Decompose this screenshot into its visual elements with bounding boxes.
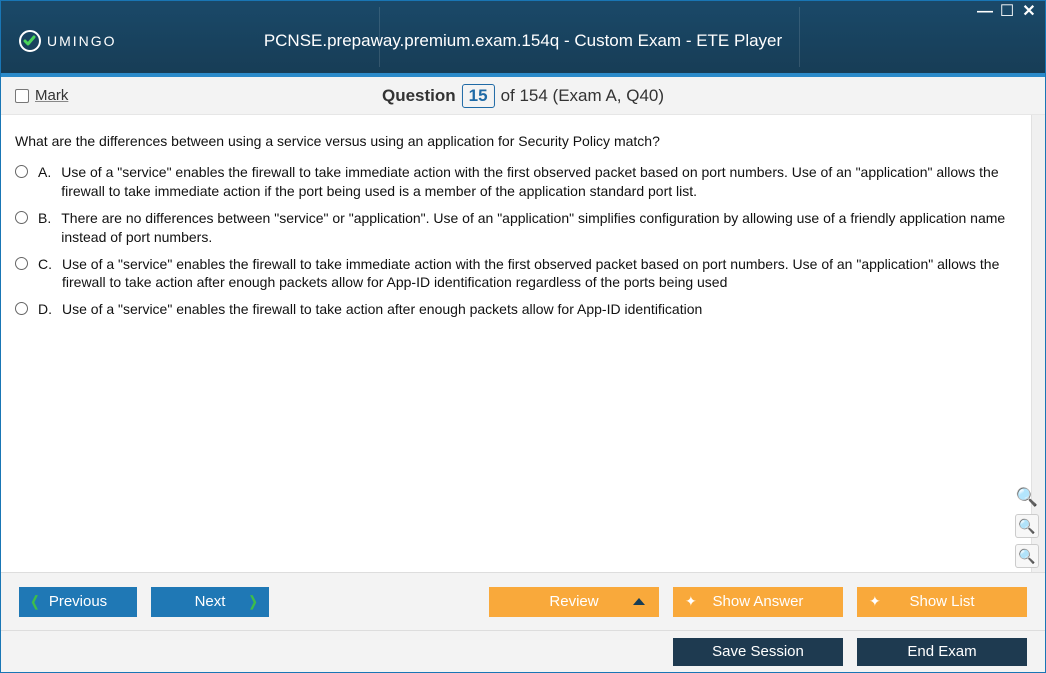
option-letter: A. xyxy=(38,163,51,182)
previous-button[interactable]: ❬ Previous xyxy=(19,587,137,617)
option-letter: C. xyxy=(38,255,52,274)
radio-icon[interactable] xyxy=(15,257,28,270)
option-c[interactable]: C. Use of a "service" enables the firewa… xyxy=(15,255,1031,293)
next-button[interactable]: Next ❭ xyxy=(151,587,269,617)
question-bar: Mark Question 15 of 154 (Exam A, Q40) xyxy=(1,77,1045,115)
button-label: Show Answer xyxy=(713,593,804,610)
chevron-left-icon: ❬ xyxy=(29,593,41,610)
option-text: There are no differences between "servic… xyxy=(61,209,1031,247)
button-label: Save Session xyxy=(712,643,804,660)
checkbox-icon[interactable] xyxy=(15,89,29,103)
option-d[interactable]: D. Use of a "service" enables the firewa… xyxy=(15,300,1031,319)
question-total: of 154 (Exam A, Q40) xyxy=(501,86,664,106)
button-label: End Exam xyxy=(907,643,976,660)
zoom-out-button[interactable]: 🔍 xyxy=(1015,544,1039,568)
puzzle-icon: ✦ xyxy=(869,593,881,610)
window-title: PCNSE.prepaway.premium.exam.154q - Custo… xyxy=(1,31,1045,51)
content-area: What are the differences between using a… xyxy=(1,115,1045,572)
window-controls: — ☐ ✕ xyxy=(977,5,1037,19)
radio-icon[interactable] xyxy=(15,165,28,178)
option-text: Use of a "service" enables the firewall … xyxy=(61,163,1031,201)
search-icon[interactable]: 🔍 xyxy=(1016,487,1038,508)
save-session-button[interactable]: Save Session xyxy=(673,638,843,666)
button-label: Next xyxy=(195,593,226,610)
mark-toggle[interactable]: Mark xyxy=(15,87,68,104)
option-a[interactable]: A. Use of a "service" enables the firewa… xyxy=(15,163,1031,201)
option-text: Use of a "service" enables the firewall … xyxy=(62,255,1031,293)
minimize-icon[interactable]: — xyxy=(977,5,993,19)
close-icon[interactable]: ✕ xyxy=(1021,5,1037,19)
end-exam-button[interactable]: End Exam xyxy=(857,638,1027,666)
show-answer-button[interactable]: ✦ Show Answer xyxy=(673,587,843,617)
question-text: What are the differences between using a… xyxy=(15,133,1031,149)
option-letter: D. xyxy=(38,300,52,319)
triangle-up-icon xyxy=(633,598,645,605)
zoom-tools: 🔍 🔍 🔍 xyxy=(1015,487,1039,568)
chevron-right-icon: ❭ xyxy=(247,593,259,610)
option-letter: B. xyxy=(38,209,51,228)
question-indicator: Question 15 of 154 (Exam A, Q40) xyxy=(382,84,664,108)
review-button[interactable]: Review xyxy=(489,587,659,617)
option-b[interactable]: B. There are no differences between "ser… xyxy=(15,209,1031,247)
nav-toolbar: ❬ Previous Next ❭ Review ✦ Show Answer ✦… xyxy=(1,572,1045,630)
session-toolbar: Save Session End Exam xyxy=(1,630,1045,672)
radio-icon[interactable] xyxy=(15,302,28,315)
zoom-in-button[interactable]: 🔍 xyxy=(1015,514,1039,538)
button-label: Previous xyxy=(49,593,107,610)
puzzle-icon: ✦ xyxy=(685,593,697,610)
button-label: Show List xyxy=(909,593,974,610)
maximize-icon[interactable]: ☐ xyxy=(999,5,1015,19)
button-label: Review xyxy=(549,593,598,610)
question-word: Question xyxy=(382,86,456,106)
titlebar: UMINGO PCNSE.prepaway.premium.exam.154q … xyxy=(1,1,1045,73)
option-text: Use of a "service" enables the firewall … xyxy=(62,300,1031,319)
question-number-input[interactable]: 15 xyxy=(462,84,495,108)
show-list-button[interactable]: ✦ Show List xyxy=(857,587,1027,617)
mark-label: Mark xyxy=(35,87,68,104)
radio-icon[interactable] xyxy=(15,211,28,224)
